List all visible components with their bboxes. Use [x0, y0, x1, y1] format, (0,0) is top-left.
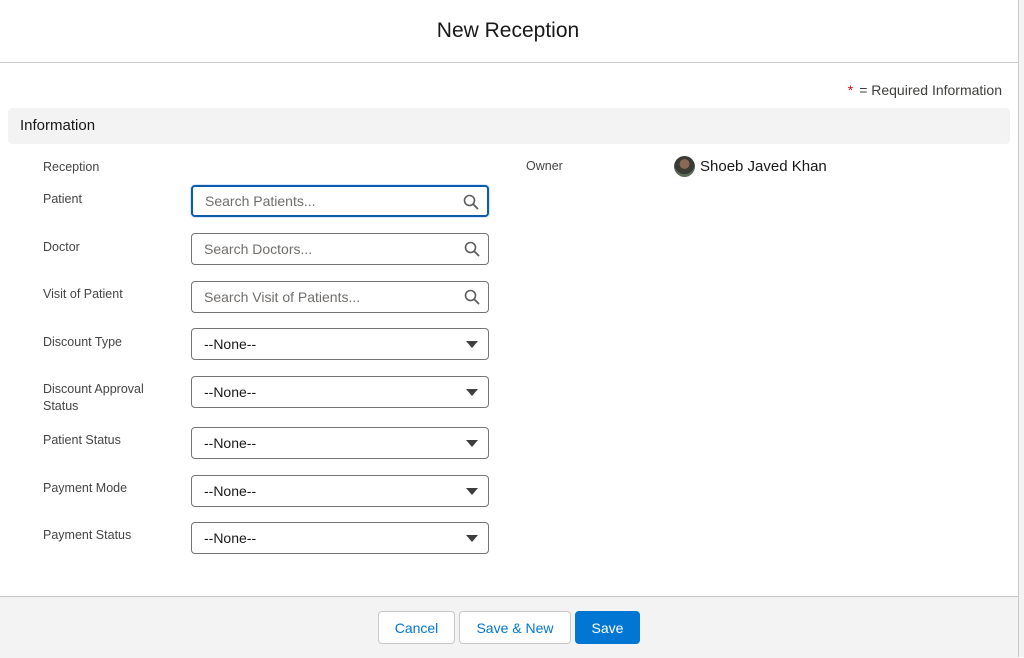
chevron-down-icon — [466, 488, 478, 495]
search-icon[interactable] — [464, 289, 480, 305]
patient-label: Patient — [43, 192, 82, 206]
modal-footer: Cancel Save & New Save — [0, 596, 1018, 658]
discount-approval-status-label: Discount Approval Status — [43, 381, 144, 415]
chevron-down-icon — [466, 440, 478, 447]
discount-type-select[interactable]: --None-- — [191, 328, 489, 360]
payment-mode-label: Payment Mode — [43, 481, 128, 495]
discount-type-label: Discount Type — [43, 335, 122, 349]
discount-approval-status-label-line2: Status — [43, 399, 79, 413]
patient-status-label: Patient Status — [43, 433, 121, 447]
chevron-down-icon — [466, 341, 478, 348]
visit-of-patient-lookup[interactable] — [191, 281, 489, 313]
modal-header: New Reception — [0, 0, 1018, 63]
owner-label: Owner — [526, 159, 563, 173]
save-and-new-button[interactable]: Save & New — [459, 611, 571, 644]
scrollbar-track[interactable] — [1019, 0, 1024, 657]
discount-approval-status-label-line1: Discount Approval — [43, 382, 144, 396]
required-info-text: = Required Information — [859, 82, 1002, 98]
section-header-information[interactable]: Information — [8, 108, 1010, 144]
patient-status-value: --None-- — [204, 435, 257, 451]
search-icon[interactable] — [464, 241, 480, 257]
discount-type-value: --None-- — [204, 336, 257, 352]
visit-of-patient-search-input[interactable] — [204, 282, 454, 312]
discount-approval-status-select[interactable]: --None-- — [191, 376, 489, 408]
section-title: Information — [20, 117, 96, 134]
owner-name: Shoeb Javed Khan — [700, 158, 827, 175]
patient-search-input[interactable] — [205, 187, 455, 215]
payment-status-label: Payment Status — [43, 528, 132, 542]
patient-status-select[interactable]: --None-- — [191, 427, 489, 459]
discount-approval-status-value: --None-- — [204, 384, 257, 400]
doctor-search-input[interactable] — [204, 234, 454, 264]
chevron-down-icon — [466, 535, 478, 542]
required-info-legend: * = Required Information — [848, 82, 1002, 98]
modal-title: New Reception — [436, 19, 580, 42]
doctor-label: Doctor — [43, 240, 80, 254]
chevron-down-icon — [466, 389, 478, 396]
owner-field: Shoeb Javed Khan — [674, 156, 827, 177]
new-record-modal: New Reception * = Required Information In… — [0, 0, 1019, 658]
payment-status-value: --None-- — [204, 530, 257, 546]
doctor-lookup[interactable] — [191, 233, 489, 265]
payment-mode-select[interactable]: --None-- — [191, 475, 489, 507]
payment-mode-value: --None-- — [204, 483, 257, 499]
visit-of-patient-label: Visit of Patient — [43, 287, 123, 301]
reception-label: Reception — [43, 160, 100, 174]
search-icon[interactable] — [463, 194, 479, 210]
save-button[interactable]: Save — [575, 611, 640, 644]
avatar — [674, 156, 695, 177]
required-star: * — [847, 82, 854, 98]
payment-status-select[interactable]: --None-- — [191, 522, 489, 554]
patient-lookup[interactable] — [191, 185, 489, 217]
cancel-button[interactable]: Cancel — [378, 611, 455, 644]
